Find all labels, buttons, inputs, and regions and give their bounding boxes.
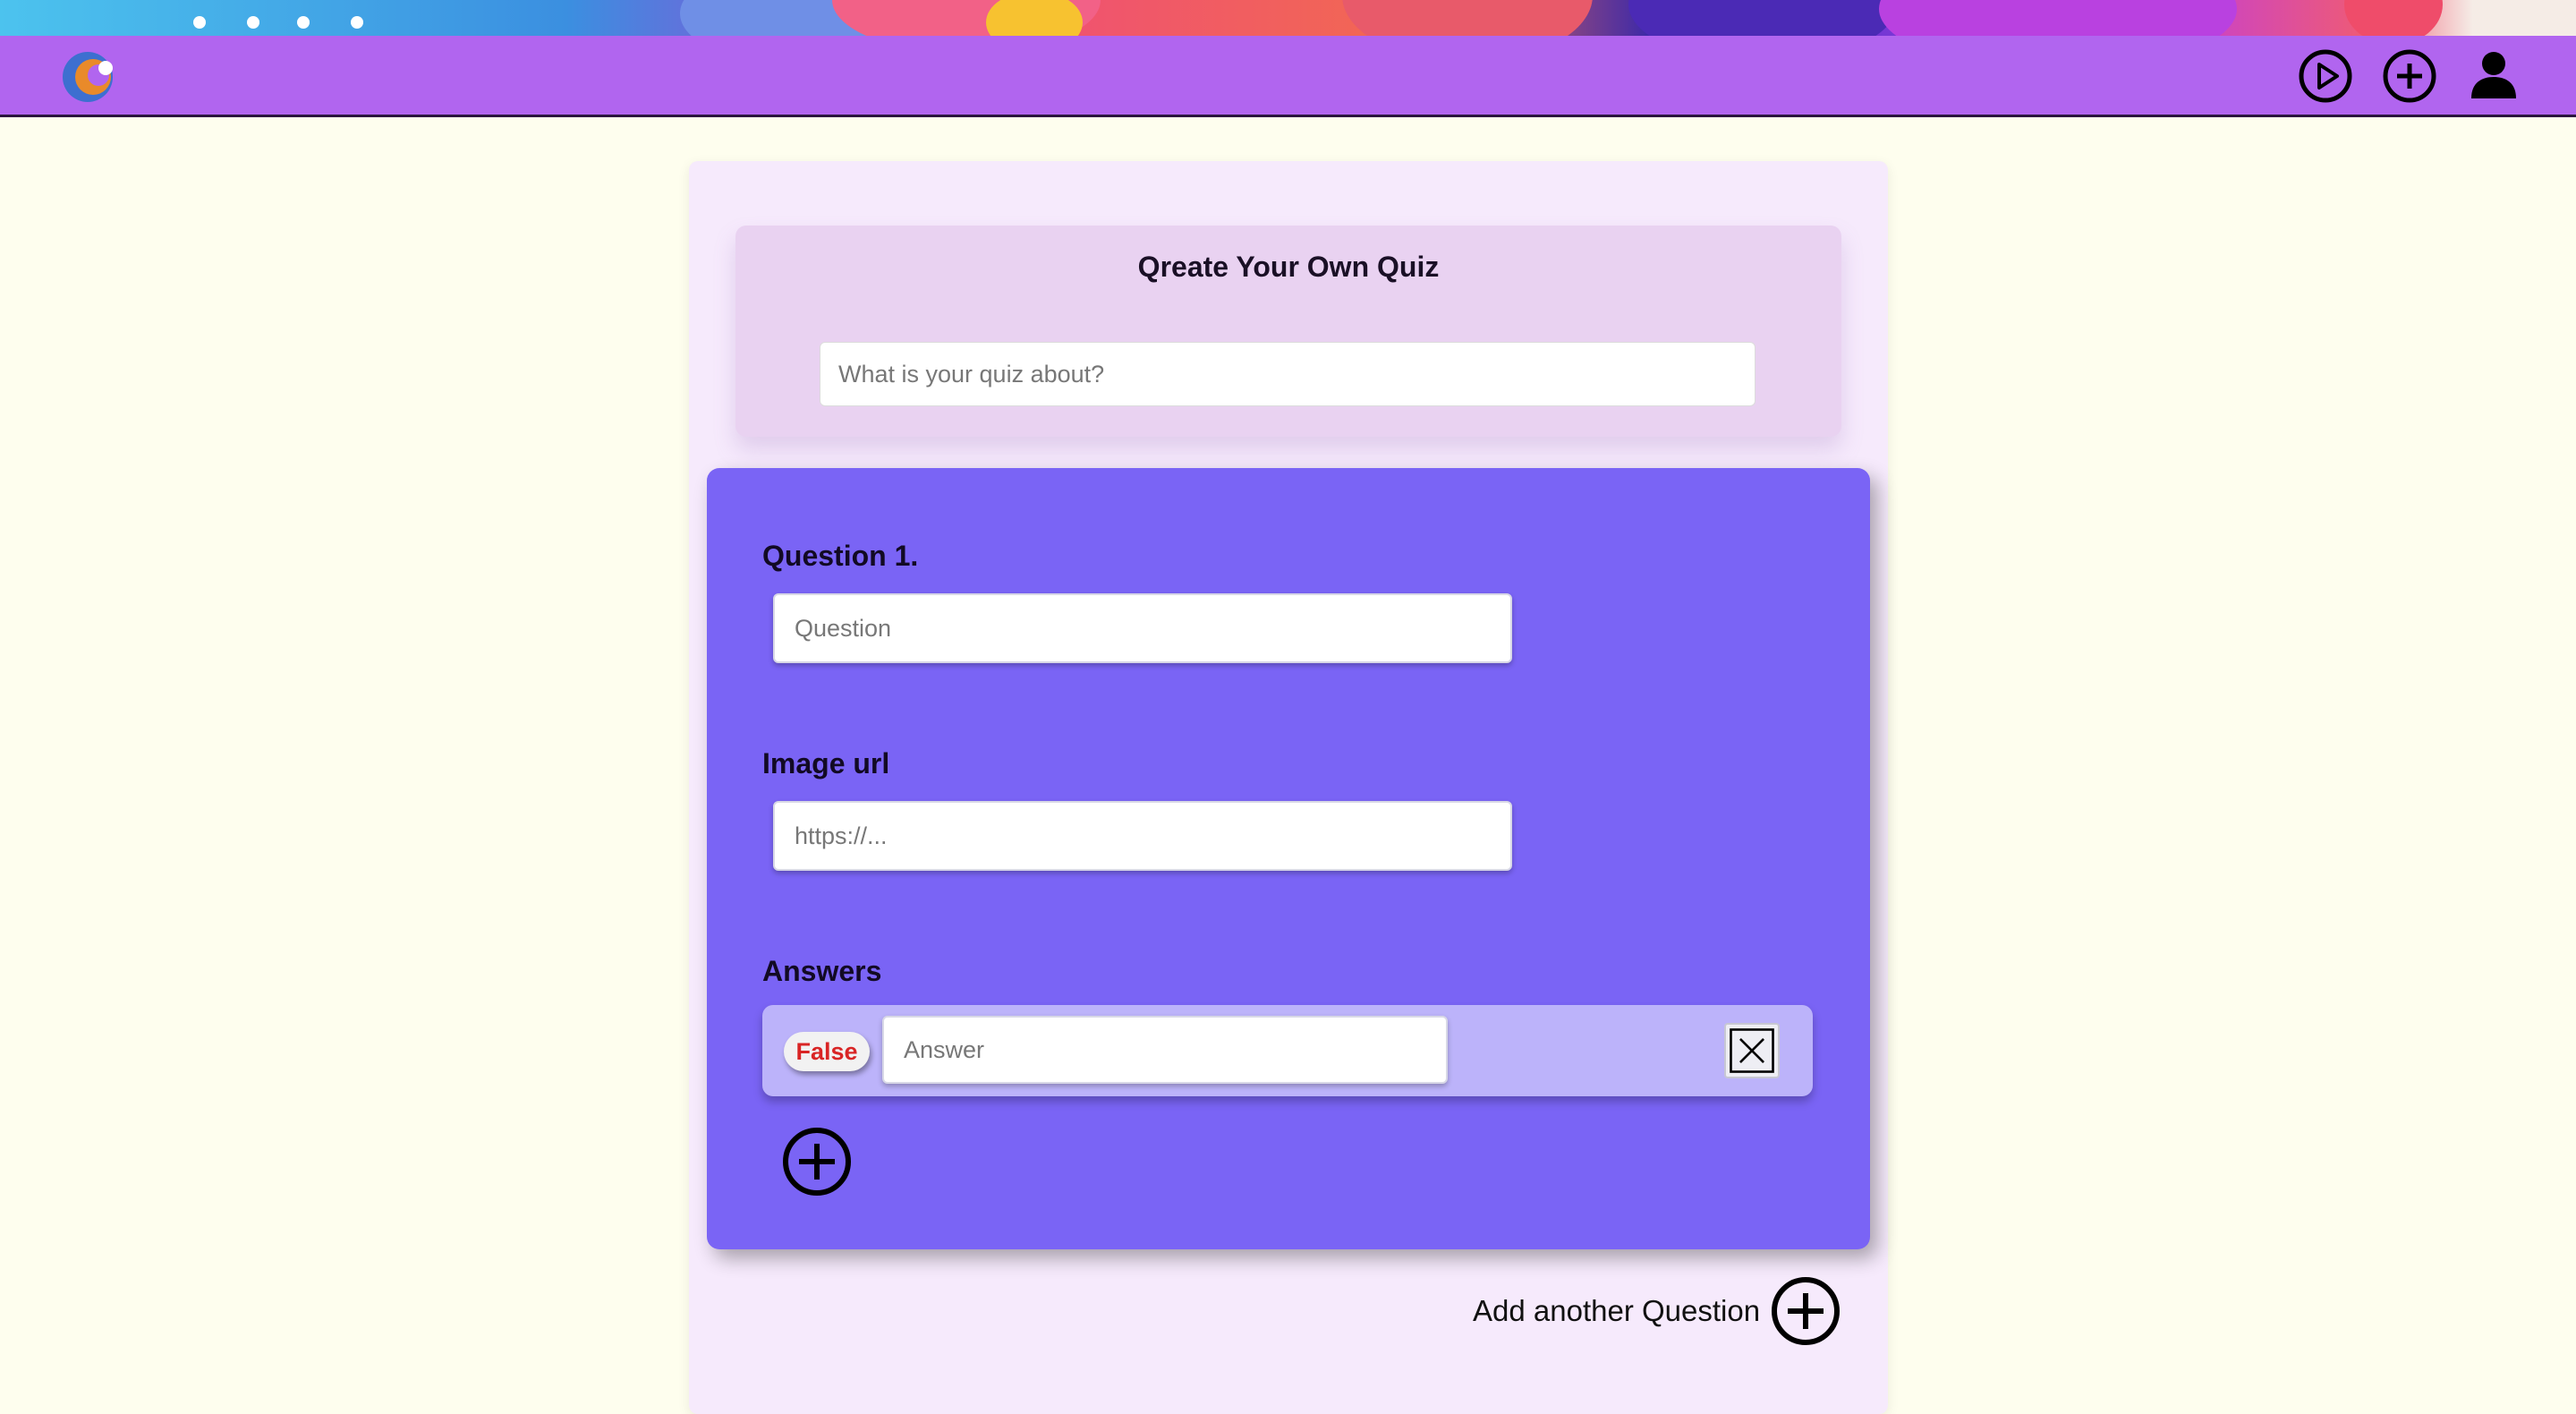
banner-blob — [1342, 0, 1593, 36]
quiz-topic-input[interactable] — [820, 342, 1756, 406]
play-circle-icon — [2299, 49, 2352, 103]
answer-correctness-toggle[interactable]: False — [784, 1032, 870, 1071]
image-url-input[interactable] — [773, 801, 1512, 871]
add-question-button[interactable]: Add another Question — [1473, 1276, 1841, 1346]
image-url-label: Image url — [762, 747, 890, 779]
banner-blob — [1628, 0, 1897, 36]
banner-dot — [297, 16, 310, 29]
banner-blob — [986, 0, 1083, 36]
profile-button[interactable] — [2466, 48, 2521, 104]
page-title: Qreate Your Own Quiz — [1137, 251, 1440, 283]
answer-input[interactable] — [882, 1016, 1448, 1084]
banner-dot — [193, 16, 206, 29]
plus-circle-icon — [783, 1128, 851, 1196]
banner-dot — [351, 16, 363, 29]
banner-dot — [247, 16, 259, 29]
quiz-form-container: Qreate Your Own Quiz Question 1. Image u… — [689, 161, 1888, 1414]
plus-circle-icon — [1772, 1277, 1841, 1345]
answer-row: False — [762, 1005, 1813, 1096]
add-question-label: Add another Question — [1473, 1294, 1761, 1327]
add-answer-button[interactable] — [782, 1127, 852, 1197]
create-quiz-button[interactable] — [2382, 48, 2437, 104]
banner-blob — [1879, 0, 2237, 36]
banner-blob — [2344, 0, 2443, 36]
question-number-label: Question 1. — [762, 540, 919, 572]
user-icon — [2471, 52, 2516, 98]
close-icon — [1730, 1028, 1774, 1073]
remove-answer-button[interactable] — [1724, 1023, 1780, 1078]
answers-label: Answers — [762, 955, 882, 987]
question-card: Question 1. Image url Answers False — [707, 468, 1870, 1249]
plus-circle-icon — [2383, 49, 2436, 103]
play-quiz-button[interactable] — [2298, 48, 2353, 104]
decorative-banner — [0, 0, 2576, 36]
question-input[interactable] — [773, 593, 1512, 663]
app-logo-icon[interactable] — [61, 48, 116, 104]
top-navbar — [0, 36, 2576, 117]
quiz-header-card: Qreate Your Own Quiz — [735, 226, 1841, 437]
